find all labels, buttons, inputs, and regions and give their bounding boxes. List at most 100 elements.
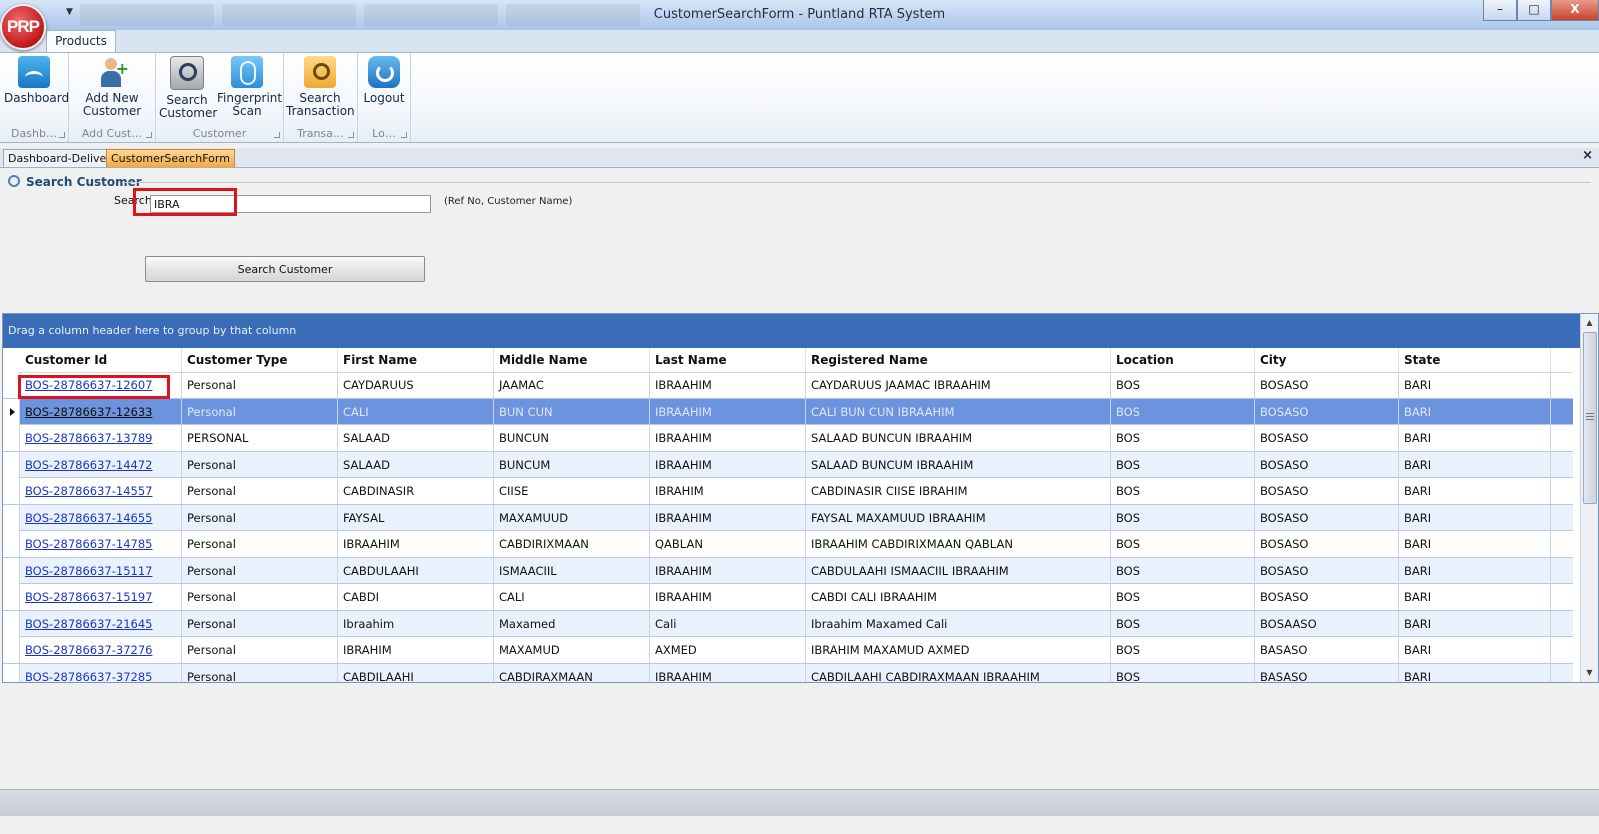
- customer-id-link[interactable]: BOS-28786637-37285: [20, 663, 182, 682]
- customer-id-link[interactable]: BOS-28786637-37276: [20, 637, 182, 663]
- table-cell: IBRAHIM MAXAMUD AXMED: [806, 637, 1111, 663]
- minimize-button[interactable]: –: [1483, 0, 1517, 21]
- customer-grid: Drag a column header here to group by th…: [2, 313, 1599, 683]
- table-cell: BUNCUN: [494, 425, 650, 451]
- table-cell: BARI: [1399, 584, 1551, 610]
- tab-customer-search-form[interactable]: CustomerSearchForm: [106, 149, 235, 167]
- table-cell: BOS: [1111, 637, 1255, 663]
- logout-label: Logout: [363, 91, 405, 105]
- table-row[interactable]: BOS-28786637-12633 Personal CALI BUN CUN IBR…: [3, 398, 1573, 425]
- table-row[interactable]: BOS-28786637-13789 PERSONAL SALAAD BUNCUN IB…: [3, 425, 1573, 452]
- group-launcher-icon[interactable]: [274, 132, 280, 138]
- add-new-customer-button[interactable]: + Add New Customer: [82, 56, 142, 118]
- table-cell: Personal: [182, 637, 338, 663]
- table-row[interactable]: BOS-28786637-14785 Personal IBRAAHIM CABDIR…: [3, 531, 1573, 558]
- scroll-up-icon[interactable]: ▲: [1581, 316, 1598, 330]
- search-customer-button[interactable]: Search Customer: [145, 256, 425, 282]
- fingerprint-scan-button[interactable]: Fingerprint Scan: [217, 56, 282, 118]
- row-indicator: [3, 584, 20, 610]
- table-row[interactable]: BOS-28786637-37285 Personal CABDILAAHI CABD…: [3, 663, 1573, 682]
- customer-id-link[interactable]: BOS-28786637-12633: [20, 398, 182, 425]
- column-header[interactable]: City: [1255, 348, 1399, 372]
- ribbon-tab-products[interactable]: Products: [46, 30, 116, 53]
- customer-id-link[interactable]: BOS-28786637-12607: [20, 372, 182, 398]
- customer-id-link[interactable]: BOS-28786637-14655: [20, 504, 182, 531]
- dashboard-button[interactable]: Dashboard: [4, 56, 69, 105]
- column-header[interactable]: Location: [1111, 348, 1255, 372]
- table-cell: Personal: [182, 531, 338, 557]
- column-header[interactable]: First Name: [338, 348, 494, 372]
- close-window-button[interactable]: X: [1551, 0, 1599, 21]
- table-cell: BARI: [1399, 663, 1551, 682]
- column-header[interactable]: Customer Id: [20, 348, 182, 372]
- customer-id-link[interactable]: BOS-28786637-14472: [20, 451, 182, 478]
- table-cell: BARI: [1399, 504, 1551, 531]
- table-row[interactable]: BOS-28786637-12607 Personal CAYDARUUS JAAMA…: [3, 372, 1573, 399]
- table-cell: Personal: [182, 504, 338, 531]
- search-input[interactable]: [150, 195, 431, 213]
- table-cell: BOSASO: [1255, 531, 1399, 557]
- ribbon-group-label: Transa…: [297, 127, 344, 140]
- group-by-panel[interactable]: Drag a column header here to group by th…: [3, 314, 1598, 348]
- grid-vertical-scrollbar[interactable]: ▲ ▼: [1580, 314, 1598, 682]
- customer-id-link[interactable]: BOS-28786637-13789: [20, 425, 182, 451]
- table-cell: Personal: [182, 372, 338, 398]
- search-customer-ribbon-button[interactable]: Search Customer: [159, 56, 217, 120]
- table-cell: Personal: [182, 663, 338, 682]
- table-cell: CABDILAAHI: [338, 663, 494, 682]
- search-icon: [8, 175, 20, 187]
- column-header[interactable]: State: [1399, 348, 1551, 372]
- column-header[interactable]: Last Name: [650, 348, 806, 372]
- search-transaction-icon: [304, 56, 336, 88]
- table-cell: Personal: [182, 557, 338, 584]
- row-indicator: [3, 531, 20, 557]
- scroll-down-icon[interactable]: ▼: [1581, 666, 1598, 680]
- customer-id-link[interactable]: BOS-28786637-21645: [20, 610, 182, 637]
- close-tab-icon[interactable]: ×: [1582, 148, 1593, 163]
- table-row[interactable]: BOS-28786637-15197 Personal CABDI CALI IBRAA…: [3, 584, 1573, 611]
- table-cell: BOS: [1111, 425, 1255, 451]
- table-cell: BOSASO: [1255, 504, 1399, 531]
- logout-button[interactable]: Logout: [362, 56, 406, 105]
- table-row[interactable]: BOS-28786637-14655 Personal FAYSAL MAXAMUUD…: [3, 504, 1573, 531]
- search-panel: Search Customer Search (Ref No, Customer…: [2, 168, 1597, 313]
- search-transaction-button[interactable]: Search Transaction: [286, 56, 355, 118]
- maximize-button[interactable]: □: [1517, 0, 1551, 21]
- table-cell: BOS: [1111, 663, 1255, 682]
- group-launcher-icon[interactable]: [401, 132, 407, 138]
- ribbon-group-logout: Logout Lo…: [358, 53, 411, 142]
- customer-id-link[interactable]: BOS-28786637-14785: [20, 531, 182, 557]
- table-cell: BOS: [1111, 478, 1255, 504]
- customer-id-link[interactable]: BOS-28786637-14557: [20, 478, 182, 504]
- table-row[interactable]: BOS-28786637-14557 Personal CABDINASIR CIIS…: [3, 478, 1573, 505]
- column-header[interactable]: Registered Name: [806, 348, 1111, 372]
- ribbon-group-transaction: Search Transaction Transa…: [284, 53, 358, 142]
- fingerprint-scan-label: Fingerprint Scan: [217, 91, 283, 118]
- table-cell: IBRAAHIM: [650, 372, 806, 398]
- table-cell: BOS: [1111, 584, 1255, 610]
- table-row[interactable]: BOS-28786637-15117 Personal CABDULAAHI ISMA…: [3, 557, 1573, 584]
- table-cell: BARI: [1399, 610, 1551, 637]
- table-cell: CALI: [338, 398, 494, 425]
- table-cell: IBRAAHIM: [338, 531, 494, 557]
- scroll-thumb[interactable]: [1583, 332, 1597, 504]
- column-header[interactable]: Customer Type: [182, 348, 338, 372]
- group-launcher-icon[interactable]: [348, 132, 354, 138]
- table-row[interactable]: BOS-28786637-14472 Personal SALAAD BUNCUM IB…: [3, 451, 1573, 478]
- column-header[interactable]: Middle Name: [494, 348, 650, 372]
- app-menu-logo[interactable]: PRP: [0, 4, 46, 50]
- customer-id-link[interactable]: BOS-28786637-15197: [20, 584, 182, 610]
- table-row[interactable]: BOS-28786637-21645 Personal Ibraahim Maxame…: [3, 610, 1573, 637]
- table-cell: CABDI: [338, 584, 494, 610]
- table-cell: ISMAACIIL: [494, 557, 650, 584]
- tab-dashboard-delivery[interactable]: Dashboard-Delivery: [3, 149, 123, 167]
- group-launcher-icon[interactable]: [59, 132, 65, 138]
- table-row[interactable]: BOS-28786637-37276 Personal IBRAHIM MAXAMUD…: [3, 637, 1573, 664]
- ribbon-group-dashboard: Dashboard Dashb…: [0, 53, 69, 142]
- customer-id-link[interactable]: BOS-28786637-15117: [20, 557, 182, 584]
- add-new-customer-label: Add New Customer: [82, 91, 142, 118]
- group-launcher-icon[interactable]: [146, 132, 152, 138]
- table-cell: Personal: [182, 478, 338, 504]
- table-cell: BARI: [1399, 425, 1551, 451]
- table-cell: BOS: [1111, 531, 1255, 557]
